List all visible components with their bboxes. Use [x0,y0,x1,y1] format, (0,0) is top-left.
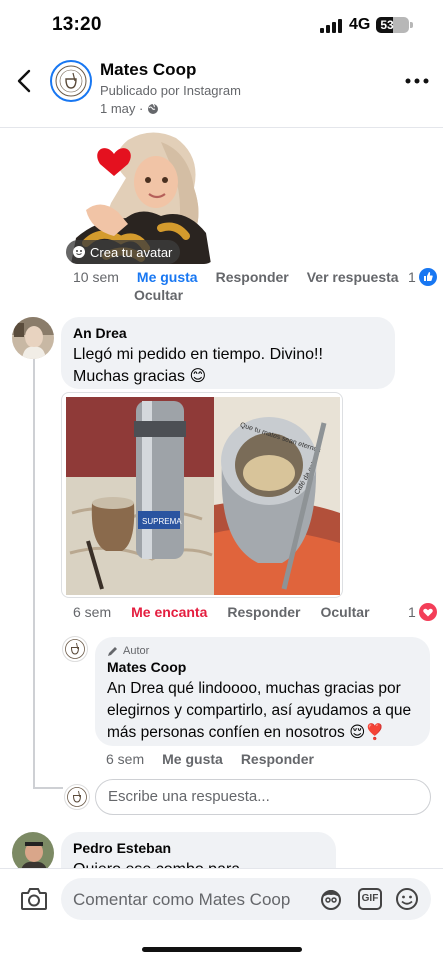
commenter-avatar[interactable] [12,317,54,359]
mates-coop-logo-icon [65,639,85,659]
reaction-count: 1 [408,604,416,620]
page-avatar-small [64,784,90,810]
comment-photo[interactable]: SUPREMA Que tu mates sean eternos Café d… [61,392,343,598]
see-reply-button[interactable]: Ver respuesta [307,269,399,285]
emoji-icon[interactable] [395,887,419,911]
post-header: Mates Coop Publicado por Instagram 1 may… [0,52,443,128]
comment-author[interactable]: An Drea [73,325,383,341]
comment1-reactions[interactable]: 1 [408,268,437,286]
comment1-actions-row2: Ocultar [134,287,201,303]
author-role: Autor [123,645,150,657]
camera-icon[interactable] [20,886,48,912]
page-title[interactable]: Mates Coop [100,60,196,80]
signal-icon [320,19,342,33]
reply-actions: 6 sem Me gusta Responder [106,751,332,767]
reply-input[interactable]: Escribe una respuesta... [95,779,431,815]
reaction-count: 1 [408,269,416,285]
like-reaction-icon [418,268,437,286]
hide-button[interactable]: Ocultar [321,604,370,620]
post-date: 1 may · [100,101,159,116]
more-options-icon[interactable] [404,72,430,90]
status-bar: 13:20 4G 53 [0,0,443,50]
reply-input-placeholder: Escribe una respuesta... [108,788,270,805]
mates-coop-logo-icon [55,65,87,97]
gif-button[interactable]: GIF [358,888,382,910]
post-source: Publicado por Instagram [100,83,241,98]
avatar-face-icon [73,246,85,258]
mate-photo: SUPREMA Que tu mates sean eternos Café d… [66,397,340,595]
thread-connector [33,787,63,789]
back-arrow-icon[interactable] [10,66,40,96]
home-indicator [142,947,302,952]
comment-time: 6 sem [73,604,112,620]
status-time: 13:20 [52,14,102,35]
comment-composer: Comentar como Mates Coop GIF [0,868,443,959]
battery-cap [410,22,413,28]
comment-author[interactable]: Pedro Esteban [73,840,324,856]
page-avatar[interactable] [50,60,92,102]
like-button[interactable]: Me gusta [162,751,223,767]
comment-input-placeholder: Comentar como Mates Coop [73,890,291,909]
globe-icon [148,103,159,114]
mates-coop-logo-icon [67,787,87,807]
gif-label: GIF [361,893,379,904]
reply-button[interactable]: Responder [227,604,300,620]
battery-icon: 53 [376,17,409,33]
reply-button[interactable]: Responder [216,269,289,285]
post-date-text: 1 may · [100,101,144,116]
thread-line [33,359,35,789]
comment2-actions: 6 sem Me encanta Responder Ocultar [73,604,388,620]
hide-button[interactable]: Ocultar [134,287,183,303]
battery-level: 53 [380,18,394,32]
comment1-actions: 10 sem Me gusta Responder Ver respuesta [73,269,417,285]
reply-time: 6 sem [106,751,145,767]
reply-bubble[interactable]: Autor Mates Coop An Drea qué lindoooo, m… [95,637,430,746]
reply-text: An Drea qué lindoooo, muchas gracias por… [107,680,412,741]
comment-text: Llegó mi pedido en tiempo. Divino!! Much… [73,346,323,385]
create-avatar-badge[interactable]: Crea tu avatar [66,240,181,264]
author-badge: Autor [107,645,418,657]
thermos-label: SUPREMA [142,517,182,526]
comment-bubble[interactable]: An Drea Llegó mi pedido en tiempo. Divin… [61,317,395,389]
reply-button[interactable]: Responder [241,751,314,767]
avatar-sticker-icon[interactable] [319,887,343,911]
like-button[interactable]: Me gusta [137,269,198,285]
page-avatar-small[interactable] [62,636,88,662]
network-type: 4G [349,16,371,33]
comment-time: 10 sem [73,269,119,285]
heart-reaction-icon [418,603,437,621]
comment2-reactions[interactable]: 1 [408,603,437,621]
love-button[interactable]: Me encanta [131,604,207,620]
create-avatar-label: Crea tu avatar [90,244,173,260]
comment-input[interactable]: Comentar como Mates Coop GIF [61,878,431,920]
pencil-icon [108,647,117,656]
reply-author[interactable]: Mates Coop [107,659,418,675]
reply-thread-line [33,622,35,636]
